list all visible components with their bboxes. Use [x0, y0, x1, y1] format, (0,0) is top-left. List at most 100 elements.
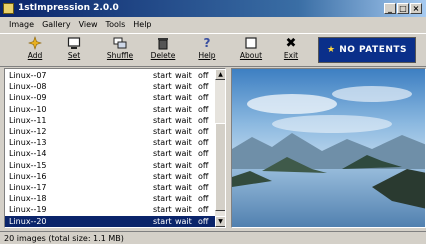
status-c1: start [153, 160, 172, 170]
set-button[interactable]: Set [55, 36, 93, 64]
app-icon [3, 3, 14, 14]
landscape-preview-image [232, 69, 425, 227]
list-item[interactable]: Linux--11 start wait off [5, 115, 215, 127]
status-c1: start [153, 205, 172, 215]
list-item[interactable]: Linux--15 start wait off [5, 160, 215, 172]
image-name: Linux--18 [9, 194, 47, 204]
status-c2: wait [175, 115, 192, 125]
status-c2: wait [175, 149, 192, 159]
status-c2: wait [175, 104, 192, 114]
image-name: Linux--14 [9, 149, 47, 159]
image-preview [231, 68, 426, 228]
status-c3: off [198, 216, 209, 226]
list-item[interactable]: Linux--07 start wait off [5, 70, 215, 82]
status-c1: start [153, 194, 172, 204]
list-item[interactable]: Linux--08 start wait off [5, 81, 215, 93]
image-name: Linux--10 [9, 104, 47, 114]
help-button[interactable]: ? Help [188, 36, 226, 64]
image-name: Linux--16 [9, 171, 47, 181]
scroll-down-arrow[interactable]: ▼ [215, 216, 225, 227]
status-c3: off [198, 138, 209, 148]
close-icon: ✖ [285, 36, 297, 51]
image-name: Linux--08 [9, 82, 47, 92]
status-c2: wait [175, 82, 192, 92]
status-c1: start [153, 127, 172, 136]
list-item[interactable]: Linux--20 start wait off [5, 215, 215, 227]
status-c2: wait [175, 93, 192, 103]
list-item[interactable]: Linux--09 start wait off [5, 92, 215, 104]
status-c1: start [153, 216, 172, 226]
status-c3: off [198, 127, 209, 136]
image-name: Linux--11 [9, 115, 47, 125]
about-icon [232, 36, 270, 51]
list-item[interactable]: Linux--10 start wait off [5, 104, 215, 116]
menu-gallery[interactable]: Gallery [39, 18, 74, 32]
scroll-thumb[interactable] [215, 123, 225, 211]
status-c1: start [153, 71, 172, 80]
image-name: Linux--07 [9, 71, 47, 80]
status-c3: off [198, 82, 209, 92]
no-patents-banner: ★ NO PATENTS [318, 37, 416, 63]
exit-button[interactable]: ✖ Exit [272, 36, 310, 64]
status-c1: start [153, 82, 172, 92]
status-c2: wait [175, 138, 192, 148]
status-c3: off [198, 194, 209, 204]
status-c1: start [153, 149, 172, 159]
menu-tools[interactable]: Tools [103, 18, 129, 32]
add-icon [16, 36, 54, 51]
menu-view[interactable]: View [76, 18, 101, 32]
status-c2: wait [175, 160, 192, 170]
image-list[interactable]: Linux--07 start wait off Linux--08 start wait o… [4, 68, 226, 228]
list-item[interactable]: Linux--13 start wait off [5, 137, 215, 149]
list-item[interactable]: Linux--19 start wait off [5, 204, 215, 216]
status-bar: 20 images (total size: 1.1 MB) [0, 231, 426, 244]
status-c2: wait [175, 183, 192, 192]
shuffle-button[interactable]: Shuffle [101, 36, 139, 64]
list-item[interactable]: Linux--14 start wait off [5, 148, 215, 160]
status-c1: start [153, 138, 172, 148]
status-c1: start [153, 115, 172, 125]
monitor-icon [55, 36, 93, 51]
add-button[interactable]: Add [16, 36, 54, 64]
menu-image[interactable]: Image [6, 18, 37, 32]
image-name: Linux--15 [9, 160, 47, 170]
list-item[interactable]: Linux--18 start wait off [5, 193, 215, 205]
status-text: 20 images (total size: 1.1 MB) [4, 234, 124, 243]
list-item[interactable]: Linux--17 start wait off [5, 182, 215, 194]
image-name: Linux--20 [9, 216, 47, 226]
maximize-button[interactable]: □ [397, 3, 409, 14]
vertical-scrollbar[interactable]: ▲ ▼ [215, 69, 225, 227]
image-name: Linux--13 [9, 138, 47, 148]
minimize-button[interactable]: _ [384, 3, 396, 14]
image-name: Linux--17 [9, 183, 47, 192]
menu-bar: Image Gallery View Tools Help [0, 18, 426, 32]
status-c2: wait [175, 205, 192, 215]
status-c1: start [153, 93, 172, 103]
status-c2: wait [175, 171, 192, 181]
trash-icon [144, 36, 182, 51]
about-button[interactable]: About [232, 36, 270, 64]
status-c2: wait [175, 194, 192, 204]
status-c3: off [198, 149, 209, 159]
image-name: Linux--09 [9, 93, 47, 103]
menu-help[interactable]: Help [130, 18, 154, 32]
scroll-up-arrow[interactable]: ▲ [215, 69, 225, 80]
image-name: Linux--19 [9, 205, 47, 215]
status-c3: off [198, 183, 209, 192]
shuffle-icon [101, 36, 139, 51]
status-c1: start [153, 171, 172, 181]
status-c3: off [198, 93, 209, 103]
status-c3: off [198, 160, 209, 170]
status-c1: start [153, 104, 172, 114]
list-item[interactable]: Linux--16 start wait off [5, 171, 215, 183]
status-c1: start [153, 183, 172, 192]
window-title: 1stImpression 2.0.0 [18, 3, 119, 13]
list-item[interactable]: Linux--12 start wait off [5, 126, 215, 138]
status-c2: wait [175, 216, 192, 226]
delete-button[interactable]: Delete [144, 36, 182, 64]
status-c3: off [198, 104, 209, 114]
close-button[interactable]: × [410, 3, 422, 14]
title-bar[interactable]: 1stImpression 2.0.0 _ □ × [0, 0, 426, 17]
status-c2: wait [175, 71, 192, 80]
star-icon: ★ [326, 45, 336, 55]
